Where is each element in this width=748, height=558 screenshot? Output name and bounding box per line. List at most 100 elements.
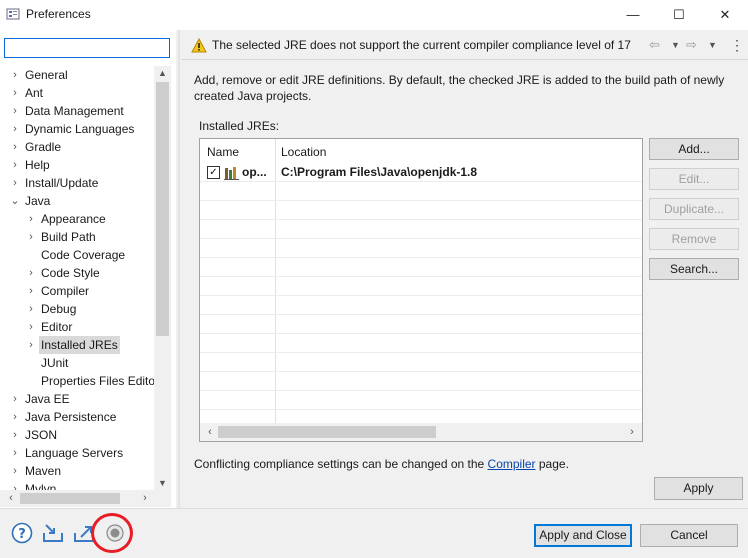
help-icon[interactable]: ? (10, 521, 34, 545)
conflict-prefix: Conflicting compliance settings can be c… (194, 457, 488, 471)
annotation-highlight-circle (91, 513, 133, 553)
compiler-link[interactable]: Compiler (488, 457, 536, 471)
scroll-down-icon[interactable]: ▼ (154, 476, 171, 490)
tree-item-label: Mylyn (25, 482, 57, 490)
column-header-name[interactable]: Name (207, 143, 239, 161)
scroll-right-icon[interactable]: › (138, 490, 152, 507)
scroll-right-icon[interactable]: › (625, 423, 639, 441)
title-bar: Preferences — ☐ ✕ (0, 0, 748, 30)
panel-sash[interactable] (178, 30, 180, 508)
scrollbar-thumb[interactable] (218, 426, 436, 438)
scrollbar-thumb[interactable] (20, 493, 120, 504)
jre-table: Name Location ✓ op... C:\Program Files\J… (199, 138, 643, 442)
tree-item-label: Install/Update (25, 176, 99, 190)
installed-jres-page: The selected JRE does not support the cu… (181, 30, 748, 508)
import-icon[interactable] (41, 521, 65, 545)
tree-item-label: Appearance (41, 212, 106, 226)
edit-button[interactable]: Edit... (649, 168, 739, 190)
forward-dropdown-icon[interactable]: ▼ (708, 36, 717, 54)
table-row[interactable]: ✓ op... C:\Program Files\Java\openjdk-1.… (200, 163, 642, 183)
scrollbar-thumb[interactable] (156, 82, 169, 336)
chevron-right-icon[interactable]: › (8, 66, 22, 84)
tree-vertical-scrollbar[interactable]: ▲ ▼ (154, 66, 171, 490)
chevron-right-icon[interactable]: › (8, 390, 22, 408)
tree-item-label: Help (25, 158, 50, 172)
minimize-button[interactable]: — (610, 0, 656, 30)
column-header-location[interactable]: Location (281, 143, 326, 161)
table-gridline (200, 314, 642, 315)
forward-arrow-icon[interactable]: ⇨ (686, 36, 697, 54)
conflict-suffix: page. (535, 457, 569, 471)
page-description: Add, remove or edit JRE definitions. By … (194, 73, 725, 103)
chevron-right-icon[interactable]: › (8, 102, 22, 120)
table-gridline (200, 371, 642, 372)
chevron-right-icon[interactable]: › (24, 210, 38, 228)
chevron-right-icon[interactable]: › (24, 228, 38, 246)
search-button[interactable]: Search... (649, 258, 739, 280)
message-text: The selected JRE does not support the cu… (212, 38, 631, 52)
tree-item-label: Dynamic Languages (25, 122, 135, 136)
tree-item-label: Build Path (41, 230, 96, 244)
tree-item-label: Code Coverage (41, 248, 126, 262)
tree-item-label: Java Persistence (25, 410, 117, 424)
chevron-right-icon[interactable]: › (8, 120, 22, 138)
table-gridline (200, 409, 642, 410)
tree-horizontal-scrollbar[interactable]: ‹ › (0, 490, 171, 507)
preferences-app-icon (6, 8, 20, 20)
chevron-right-icon[interactable]: › (8, 156, 22, 174)
tree-item-label: Compiler (41, 284, 90, 298)
chevron-right-icon[interactable]: › (24, 264, 38, 282)
chevron-right-icon[interactable]: › (24, 282, 38, 300)
duplicate-button[interactable]: Duplicate... (649, 198, 739, 220)
scroll-up-icon[interactable]: ▲ (154, 66, 171, 80)
chevron-right-icon[interactable]: › (8, 138, 22, 156)
table-gridline (200, 352, 642, 353)
tree-item-label: General (25, 68, 68, 82)
tree-item-label: Properties Files Edito (41, 374, 154, 388)
svg-text:?: ? (18, 527, 26, 542)
window-title: Preferences (26, 7, 91, 21)
jre-location: C:\Program Files\Java\openjdk-1.8 (281, 165, 478, 179)
tree-item-label: Code Style (41, 266, 100, 280)
close-button[interactable]: ✕ (702, 0, 748, 30)
chevron-right-icon[interactable]: › (8, 84, 22, 102)
table-gridline (200, 238, 642, 239)
tree-item-label: Data Management (25, 104, 124, 118)
maximize-button[interactable]: ☐ (656, 0, 702, 30)
view-menu-icon[interactable]: ⋮ (730, 36, 744, 54)
tree-item-label: Java (25, 194, 51, 208)
tree-item-label: Java EE (25, 392, 70, 406)
chevron-right-icon[interactable]: › (8, 444, 22, 462)
chevron-right-icon[interactable]: › (8, 462, 22, 480)
scroll-left-icon[interactable]: ‹ (4, 490, 18, 507)
chevron-right-icon[interactable]: › (8, 174, 22, 192)
warning-icon (191, 38, 207, 53)
chevron-right-icon[interactable]: › (8, 408, 22, 426)
preferences-navigation: › General › Ant › Data Management › Dynamic Lan… (0, 30, 176, 508)
message-bar: The selected JRE does not support the cu… (181, 30, 748, 60)
chevron-right-icon[interactable]: › (24, 336, 38, 354)
tree-item-label: Ant (25, 86, 44, 100)
back-arrow-icon[interactable]: ⇦ (649, 36, 660, 54)
apply-button[interactable]: Apply (654, 477, 743, 500)
apply-and-close-button[interactable]: Apply and Close (534, 524, 632, 547)
back-dropdown-icon[interactable]: ▼ (671, 36, 680, 54)
table-gridline (200, 257, 642, 258)
chevron-right-icon[interactable]: › (24, 300, 38, 318)
filter-input[interactable] (4, 38, 170, 58)
tree-item-label: JUnit (41, 356, 69, 370)
cancel-button[interactable]: Cancel (640, 524, 738, 547)
jre-default-checkbox[interactable]: ✓ (207, 166, 220, 179)
chevron-right-icon[interactable]: › (8, 480, 22, 490)
chevron-down-icon[interactable]: ⌄ (8, 192, 22, 210)
preference-tree: › General › Ant › Data Management › Dynamic Lan… (0, 66, 154, 490)
scroll-left-icon[interactable]: ‹ (203, 423, 217, 441)
chevron-right-icon[interactable]: › (24, 318, 38, 336)
add-button[interactable]: Add... (649, 138, 739, 160)
remove-button[interactable]: Remove (649, 228, 739, 250)
chevron-right-icon[interactable]: › (8, 426, 22, 444)
tree-item-label: Debug (41, 302, 77, 316)
jre-library-icon (224, 167, 239, 180)
tree-item-label: Editor (41, 320, 73, 334)
table-horizontal-scrollbar[interactable]: ‹ › (200, 423, 642, 441)
